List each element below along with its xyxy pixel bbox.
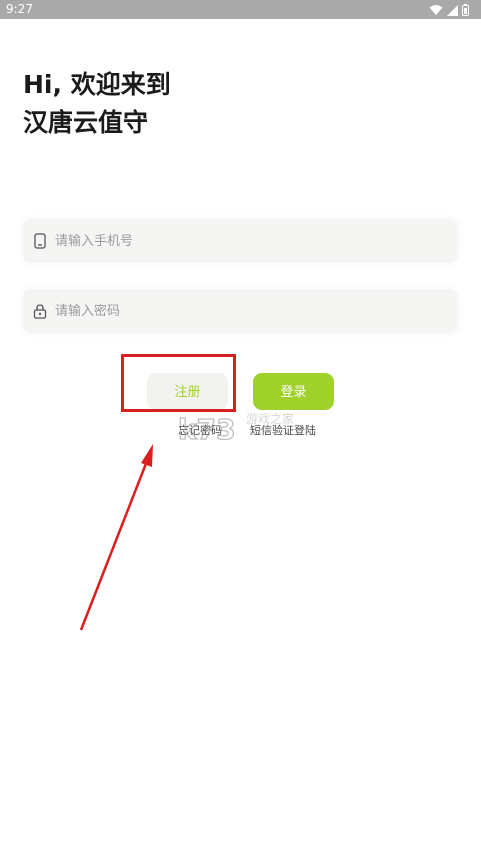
welcome-line-1: Hi, 欢迎来到 [23,70,171,99]
lock-icon [33,304,47,319]
login-button[interactable]: 登录 [253,373,334,410]
battery-icon [462,4,469,16]
status-time: 9:27 [6,2,33,16]
cellular-icon [447,4,458,16]
forgot-password-link[interactable]: 忘记密码 [178,422,222,438]
wifi-icon [429,5,443,15]
register-highlight-box [121,354,236,412]
phone-icon [34,233,46,249]
password-field[interactable] [23,289,458,333]
status-icons [429,3,469,17]
status-bar: 9:27 [0,0,481,19]
sms-login-link[interactable]: 短信验证登陆 [250,422,316,438]
app-name: 汉唐云值守 [23,108,149,137]
welcome-heading: Hi, 欢迎来到 汉唐云值守 [23,66,171,142]
password-input[interactable] [55,289,445,333]
phone-field[interactable] [23,219,458,263]
phone-input[interactable] [55,219,445,263]
